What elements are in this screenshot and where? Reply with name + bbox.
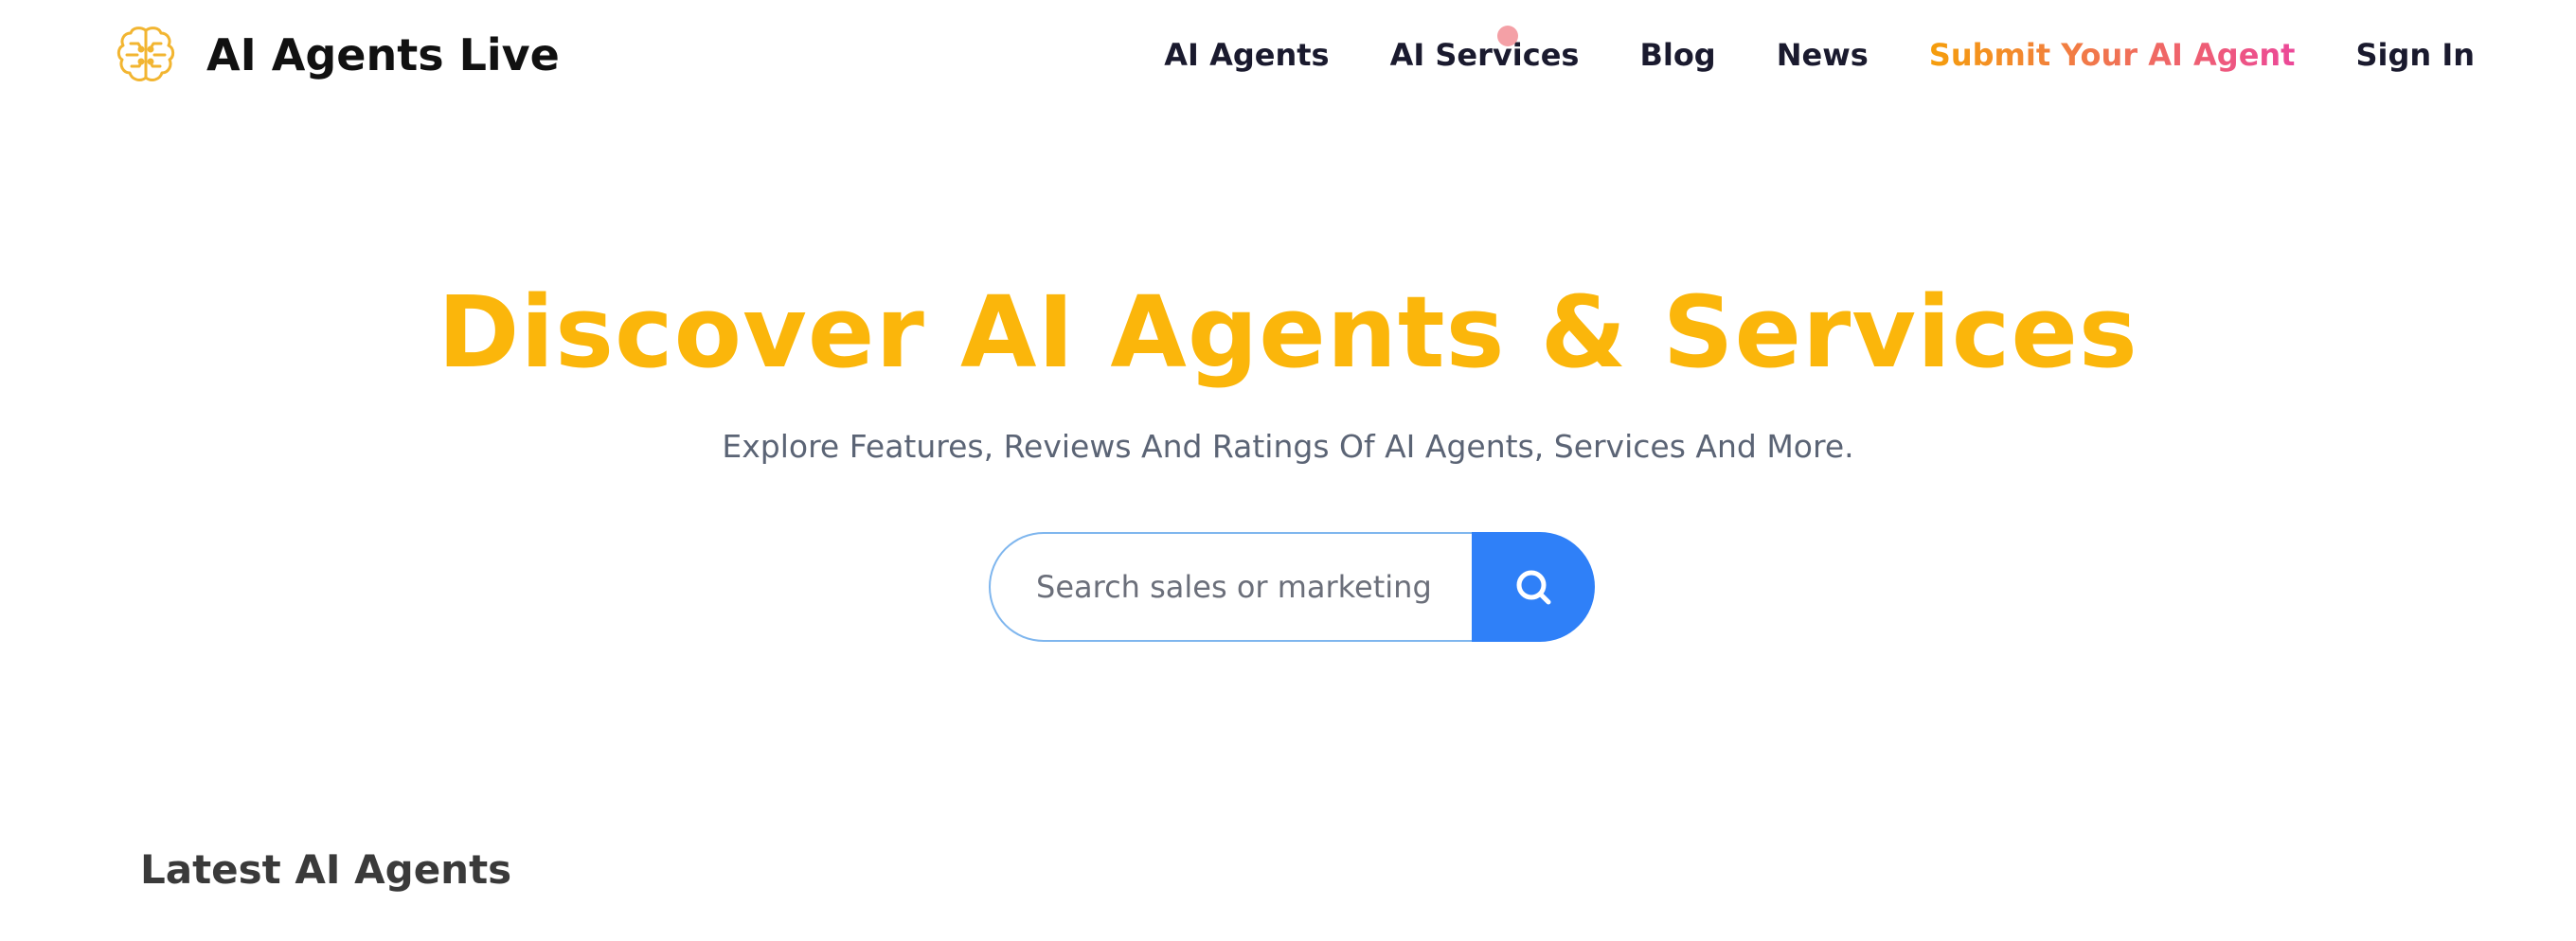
latest-agents-heading: Latest AI Agents xyxy=(140,846,512,893)
nav-submit-agent[interactable]: Submit Your AI Agent xyxy=(1929,27,2296,83)
search-form xyxy=(989,532,1595,642)
search-input[interactable] xyxy=(989,532,1472,642)
nav-ai-agents[interactable]: AI Agents xyxy=(1164,27,1329,83)
hero-subtitle: Explore Features, Reviews And Ratings Of… xyxy=(722,428,1854,465)
nav-blog[interactable]: Blog xyxy=(1639,27,1715,83)
main-nav: AI Agents AI Services Blog News Submit Y… xyxy=(1164,27,2475,83)
brain-icon xyxy=(116,27,175,81)
brand-name: AI Agents Live xyxy=(206,29,560,80)
nav-news[interactable]: News xyxy=(1777,27,1869,83)
cursor-indicator xyxy=(1497,26,1518,46)
logo-link[interactable]: AI Agents Live xyxy=(112,21,560,89)
search-icon xyxy=(1516,570,1551,605)
nav-sign-in[interactable]: Sign In xyxy=(2355,27,2475,83)
site-header: AI Agents Live AI Agents AI Services Blo… xyxy=(0,0,2576,112)
search-button[interactable] xyxy=(1472,532,1595,642)
nav-ai-services[interactable]: AI Services xyxy=(1390,27,1580,83)
hero-title: Discover AI Agents & Services xyxy=(438,275,2138,390)
